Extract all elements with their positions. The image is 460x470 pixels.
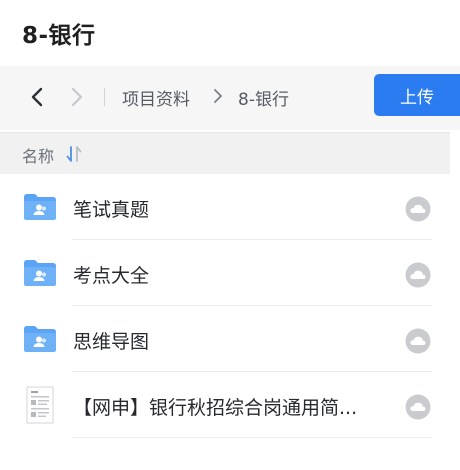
breadcrumb-current: 8-银行 bbox=[238, 90, 289, 110]
file-name: 笔试真题 bbox=[73, 199, 150, 221]
breadcrumb-chevron-icon bbox=[214, 89, 222, 103]
upload-button[interactable]: 上传 bbox=[374, 74, 460, 116]
file-name: 思维导图 bbox=[73, 331, 150, 353]
document-thumbnail-icon bbox=[26, 386, 54, 424]
file-list: 笔试真题 考点大全 思维导图 【网申】银行秋招综合岗通用简... bbox=[0, 174, 460, 438]
list-item[interactable]: 考点大全 bbox=[0, 240, 460, 306]
breadcrumb-root[interactable]: 项目资料 bbox=[122, 85, 190, 110]
nav-divider bbox=[104, 88, 105, 106]
navigation-bar: 项目资料 8-银行 上传 bbox=[0, 66, 460, 130]
list-header: 名称 bbox=[0, 132, 450, 174]
row-divider bbox=[72, 437, 432, 438]
chevron-left-icon[interactable] bbox=[26, 85, 50, 109]
shared-folder-icon bbox=[24, 194, 56, 220]
list-item[interactable]: 【网申】银行秋招综合岗通用简... bbox=[0, 372, 460, 438]
file-name: 【网申】银行秋招综合岗通用简... bbox=[73, 397, 358, 419]
shared-folder-icon bbox=[24, 326, 56, 352]
page-title: 8-银行 bbox=[22, 23, 96, 49]
sort-icon[interactable] bbox=[66, 145, 82, 163]
list-item[interactable]: 笔试真题 bbox=[0, 174, 460, 240]
list-item[interactable]: 思维导图 bbox=[0, 306, 460, 372]
cloud-icon[interactable] bbox=[405, 328, 431, 354]
name-column-header[interactable]: 名称 bbox=[22, 143, 54, 167]
cloud-icon[interactable] bbox=[405, 262, 431, 288]
chevron-right-icon[interactable] bbox=[64, 85, 88, 109]
cloud-icon[interactable] bbox=[405, 196, 431, 222]
file-name: 考点大全 bbox=[73, 265, 150, 287]
title-bar: 8-银行 bbox=[0, 0, 460, 66]
cloud-icon[interactable] bbox=[405, 394, 431, 420]
shared-folder-icon bbox=[24, 260, 56, 286]
